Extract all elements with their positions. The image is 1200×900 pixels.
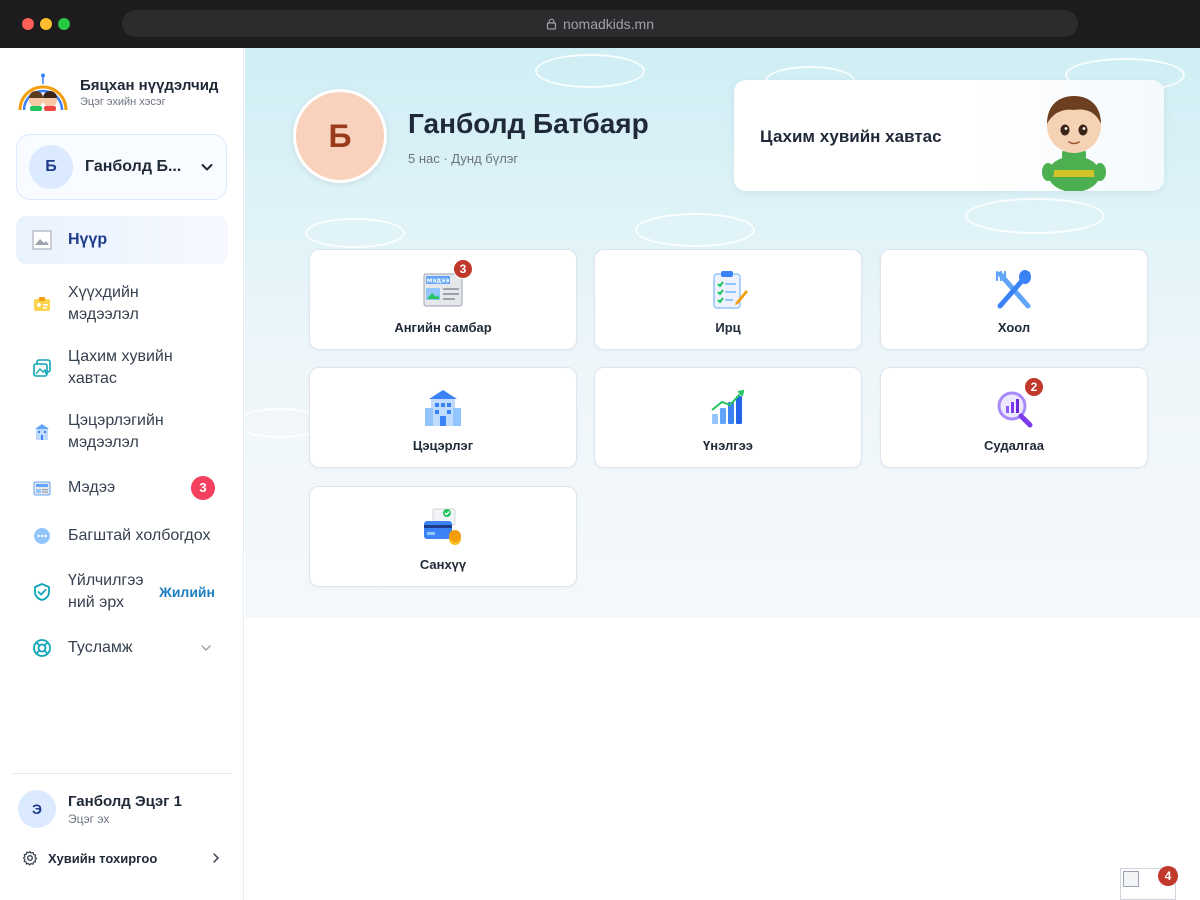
sidebar-item-label: мэдээлэл (68, 306, 139, 323)
news-count-badge: 3 (191, 476, 215, 500)
tile-attendance[interactable]: Ирц (594, 249, 862, 350)
close-window-button[interactable] (22, 18, 34, 30)
chevron-down-icon (201, 164, 213, 171)
sidebar-item-label: Цэцэрлэгийн (68, 412, 164, 429)
sidebar-item-help[interactable]: Тусламж (16, 624, 228, 672)
sidebar-item-label: Тусламж (68, 639, 133, 656)
sidebar-item-child-info[interactable]: Хүүхдийн мэдээлэл (16, 272, 228, 336)
sidebar-item-label: мэдээлэл (68, 434, 139, 451)
sidebar-item-label: ний эрх (68, 594, 125, 611)
broken-image-icon (1123, 871, 1139, 887)
tile-label: Санхүү (419, 557, 467, 572)
sidebar-item-label: хавтас (68, 370, 117, 387)
child-avatar: Б (29, 145, 73, 189)
school-building-icon (425, 390, 461, 426)
parent-profile[interactable]: Э Ганболд Эцэг 1 Эцэг эх (18, 790, 182, 828)
chevron-down-icon (201, 645, 211, 652)
sidebar-item-home[interactable]: Нүүр (16, 216, 228, 264)
sidebar-item-label: Мэдээ (68, 479, 116, 496)
parent-role: Эцэг эх (68, 811, 110, 826)
tile-class-board[interactable]: МЭДЭЭ 3 Ангийн самбар (309, 249, 577, 350)
tile-food[interactable]: Хоол (880, 249, 1148, 350)
profile-name: Ганболд Батбаяр (408, 108, 649, 139)
lifebuoy-icon (32, 638, 52, 658)
tile-finance[interactable]: Санхүү (309, 486, 577, 587)
sidebar-item-service[interactable]: Үйлчилгээ ний эрх Жилийн (16, 560, 228, 624)
tile-survey[interactable]: 2 Судалгаа (880, 367, 1148, 468)
chevron-right-icon (213, 853, 220, 863)
newspaper-icon (32, 478, 52, 498)
sidebar-item-label: Нүүр (68, 231, 108, 248)
browser-chrome: nomadkids.mn (0, 0, 1200, 48)
brand-logo (16, 72, 70, 112)
sidebar-item-label: Багштай холбогдох (68, 527, 211, 544)
sidebar-item-news[interactable]: Мэдээ 3 (16, 464, 228, 512)
chat-bubble-icon (32, 526, 52, 546)
url-text: nomadkids.mn (562, 15, 655, 32)
sidebar-item-kindergarten-info[interactable]: Цэцэрлэгийн мэдээлэл (16, 400, 228, 464)
gear-icon (22, 850, 38, 866)
settings-label: Хувийн тохиргоо (48, 850, 158, 866)
service-plan-label: Жилийн (159, 584, 215, 600)
brand-subtitle: Эцэг эхийн хэсэг (80, 95, 166, 108)
tile-label: Цэцэрлэг (412, 438, 474, 453)
sidebar-item-label: Цахим хувийн (68, 348, 173, 365)
tile-label: Ирц (715, 320, 741, 335)
portfolio-card[interactable]: Цахим хувийн хавтас (734, 80, 1164, 191)
mascot-illustration (1042, 96, 1106, 191)
tile-label: Судалгаа (984, 438, 1044, 453)
address-bar[interactable]: nomadkids.mn (122, 10, 1078, 37)
sidebar-item-label: Үйлчилгээ (68, 572, 144, 589)
minimize-window-button[interactable] (40, 18, 52, 30)
sidebar-item-portfolio[interactable]: Цахим хувийн хавтас (16, 336, 228, 400)
lock-icon (546, 18, 557, 30)
tile-assessment[interactable]: Үнэлгээ (594, 367, 862, 468)
brand-title: Бяцхан нүүдэлчид (80, 76, 219, 94)
tile-label: Хоол (997, 320, 1031, 335)
bar-chart-icon (711, 389, 745, 424)
tile-label: Ангийн самбар (394, 320, 492, 335)
sidebar-item-contact-teacher[interactable]: Багштай холбогдох (16, 512, 228, 560)
sidebar-item-label: Хүүхдийн (68, 284, 139, 301)
parent-avatar: Э (18, 790, 56, 828)
tile-label: Үнэлгээ (703, 438, 753, 453)
tile-kindergarten[interactable]: Цэцэрлэг (309, 367, 577, 468)
main-content-area (245, 618, 1200, 900)
floating-widget-badge: 4 (1158, 866, 1178, 886)
tile-notification-badge: 3 (453, 259, 473, 279)
sidebar-nav: Нүүр Хүүхдийн мэдээлэл Цахим хувийн хавт… (16, 216, 228, 672)
brand[interactable]: Бяцхан нүүдэлчид Эцэг эхийн хэсэг (16, 72, 218, 112)
child-name: Ганболд Б... (85, 158, 182, 175)
settings-link[interactable]: Хувийн тохиргоо (22, 850, 222, 866)
clipboard-checklist-icon (713, 271, 748, 309)
parent-name: Ганболд Эцэг 1 (68, 792, 182, 810)
images-icon (32, 358, 52, 378)
portfolio-card-title: Цахим хувийн хавтас (760, 127, 942, 146)
credit-card-icon (424, 508, 461, 545)
building-icon (32, 422, 52, 442)
fork-spoon-icon (995, 270, 1031, 309)
maximize-window-button[interactable] (58, 18, 70, 30)
shield-check-icon (32, 582, 52, 602)
child-selector[interactable]: Б Ганболд Б... (16, 134, 227, 200)
tile-notification-badge: 2 (1024, 377, 1044, 397)
profile-meta: 5 нас · Дунд бүлэг (408, 151, 519, 166)
sidebar-divider (12, 773, 232, 774)
profile-avatar: Б (293, 89, 387, 183)
home-icon (32, 230, 52, 250)
newspaper-header-text: МЭДЭЭ (427, 279, 449, 285)
id-card-icon (32, 294, 52, 314)
sidebar: Бяцхан нүүдэлчид Эцэг эхийн хэсэг Б Ганб… (0, 48, 244, 900)
